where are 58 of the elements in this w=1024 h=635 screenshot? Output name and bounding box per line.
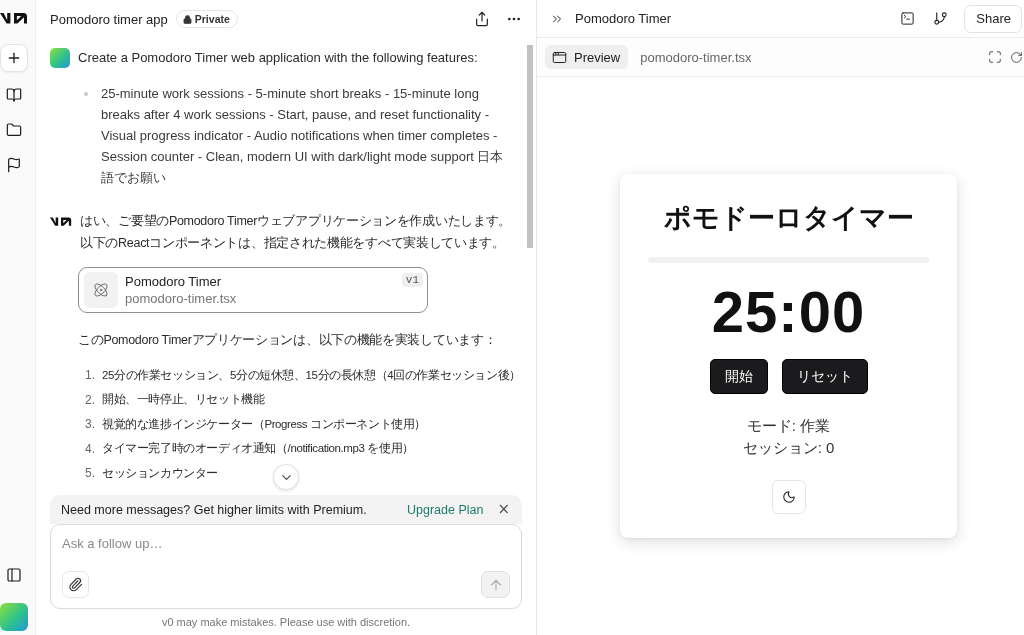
artifact-card[interactable]: Pomodoro Timer pomodoro-timer.tsx v1 — [78, 267, 428, 313]
tab[interactable]: pomodoro-timer.tsx — [633, 45, 760, 69]
message-text: Create a Pomodoro Timer web application with the following features: — [78, 49, 478, 67]
timer-display: 25:00 — [711, 279, 866, 345]
artifact-title: Pomodoro Timer — [125, 273, 223, 290]
folder-icon[interactable] — [5, 122, 22, 138]
paperclip-icon — [68, 577, 83, 592]
session-text: セッション: 0 — [742, 438, 835, 458]
list-item-text: 25分の作業セッション、5分の短休憩、15分の長休憩（4回の作業セッション後） — [102, 367, 521, 383]
sidebar-toggle-icon[interactable] — [5, 567, 22, 583]
branch-icon[interactable] — [933, 11, 949, 26]
flag-icon[interactable] — [5, 157, 22, 173]
moon-icon — [781, 490, 796, 504]
upgrade-link[interactable]: Upgrade Plan — [406, 502, 484, 517]
app-title: ポモドーロタイマー — [663, 202, 914, 235]
close-button[interactable]: × — [495, 502, 512, 517]
list-number: 3. — [84, 417, 96, 432]
timer-button[interactable]: リセット — [781, 359, 868, 394]
share-button[interactable]: Share — [964, 4, 1022, 33]
window-icon — [552, 49, 567, 65]
theme-toggle-button[interactable] — [771, 480, 806, 514]
atom-icon — [84, 272, 118, 308]
message-text: 25-minute work sessions - 5-minute short breaks - 15-minute long breaks after 4 work sessions - Start, pause, and reset functionality - Visual progress indicator - Audio notifications when timer completes - Session counter - Clean, modern UI with dark/light mode support 日本語でお願い — [101, 85, 505, 187]
book-icon[interactable] — [5, 87, 22, 103]
timer-button[interactable]: 開始 — [709, 359, 768, 394]
new-chat-button[interactable] — [0, 44, 28, 72]
v0-logo-icon[interactable] — [0, 11, 28, 25]
list-number: 5. — [84, 466, 96, 481]
banner-text: Need more messages? Get higher limits with Premium. — [61, 502, 367, 517]
message-text: このPomodoro Timerアプリケーションは、以下の機能を実装しています： — [78, 332, 498, 349]
preview-title: Pomodoro Timer — [575, 11, 672, 26]
list-item-text: 開始、一時停止、リセット機能 — [102, 392, 265, 408]
scrollbar[interactable] — [527, 45, 533, 248]
artifact-filename: pomodoro-timer.tsx — [125, 290, 238, 307]
list-number: 1. — [84, 368, 96, 383]
mode-text: モード: 作業 — [746, 416, 831, 436]
disclaimer-text: v0 may make mistakes. Please use with discretion. — [161, 616, 411, 628]
refresh-icon[interactable] — [1010, 50, 1023, 64]
tab[interactable]: Preview — [545, 45, 629, 69]
user-avatar — [50, 48, 70, 68]
list-item-text: セッションカウンター — [102, 465, 218, 481]
bullet-dot-icon — [84, 91, 88, 96]
list-item-text: 視覚的な進捗インジケーター（Progress コンポーネント使用） — [102, 416, 426, 432]
fullscreen-icon[interactable] — [988, 50, 1002, 64]
list-number: 4. — [84, 441, 96, 456]
message-text: はい、ご要望のPomodoro Timerウェブアプリケーションを作成いたします。以下のReactコンポーネントは、指定された機能をすべて実装しています。 — [80, 213, 513, 252]
v0-logo-icon — [50, 215, 72, 227]
list-item-text: タイマー完了時のオーディオ通知（/notification.mp3 を使用） — [102, 441, 414, 457]
attach-button[interactable] — [62, 571, 89, 598]
message-input[interactable]: Ask a follow up… — [62, 536, 510, 554]
chat-title: Pomodoro timer app — [50, 11, 168, 27]
badge-label: Private — [194, 13, 230, 25]
share-icon[interactable] — [474, 11, 490, 27]
lock-icon — [182, 14, 192, 24]
terminal-icon[interactable] — [900, 11, 916, 26]
list-number: 2. — [84, 392, 96, 407]
version-badge: v1 — [401, 273, 423, 287]
user-avatar[interactable] — [0, 603, 28, 631]
